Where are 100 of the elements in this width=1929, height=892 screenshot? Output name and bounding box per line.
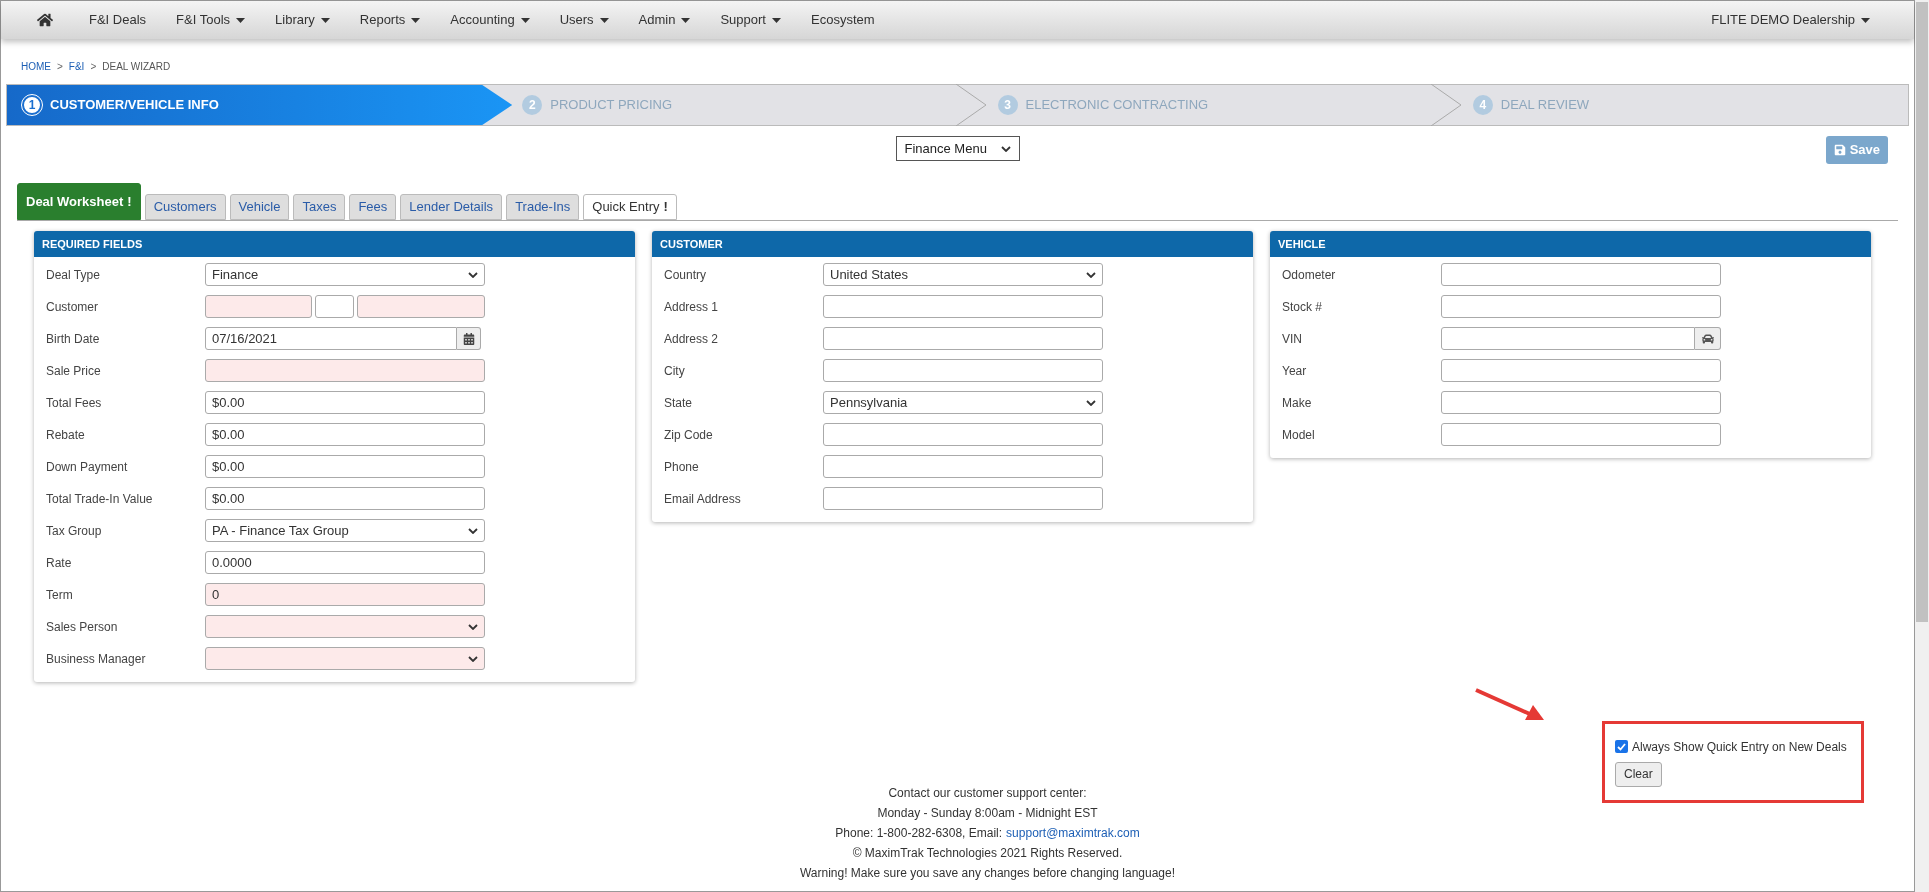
select-field[interactable]: United States — [823, 263, 1103, 286]
panel-header: REQUIRED FIELDS — [34, 231, 635, 257]
input-field[interactable]: 0 — [205, 583, 485, 606]
input-field[interactable]: $0.00 — [205, 423, 485, 446]
date-field[interactable]: 07/16/2021 — [205, 327, 457, 350]
step-number: 4 — [1472, 95, 1493, 115]
tab[interactable]: Customers — [144, 194, 226, 220]
input-field[interactable] — [205, 359, 485, 382]
caret-icon — [320, 17, 330, 23]
nav-menu-item[interactable]: F&I Tools — [176, 10, 246, 30]
nav-menu-item[interactable]: F&I Deals — [89, 10, 147, 30]
middle-initial-field[interactable] — [315, 295, 354, 318]
tab[interactable]: Trade-Ins — [506, 194, 580, 220]
input-field[interactable] — [823, 423, 1103, 446]
tab[interactable]: Lender Details — [400, 194, 503, 220]
input-field[interactable] — [823, 487, 1103, 510]
tab[interactable]: Deal Worksheet ! — [17, 183, 141, 220]
breadcrumb-link[interactable]: F&I — [68, 59, 85, 74]
field-label: Make — [1282, 394, 1313, 412]
select-field[interactable]: Pennsylvania — [823, 391, 1103, 414]
footer-text: Phone: 1-800-282-6308, Email: — [835, 825, 1003, 842]
chevron-down-icon — [468, 271, 478, 278]
select-field[interactable] — [205, 615, 485, 638]
field-label: Address 1 — [664, 298, 720, 316]
input-field[interactable] — [1441, 423, 1721, 446]
tab[interactable]: Fees — [349, 194, 397, 220]
car-icon — [1701, 332, 1714, 345]
email-link[interactable]: support@maximtrak.com — [1006, 823, 1140, 843]
input-field[interactable]: $0.00 — [205, 391, 485, 414]
nav-menu-item[interactable]: Accounting — [450, 10, 530, 30]
checkbox[interactable] — [1615, 740, 1628, 753]
chevron-down-icon — [1000, 145, 1011, 152]
checkbox-label: Always Show Quick Entry on New Deals — [1632, 738, 1847, 756]
panel-header: VEHICLE — [1270, 231, 1871, 257]
input-field[interactable]: $0.00 — [205, 487, 485, 510]
footer-text: Warning! Make sure you save any changes before changing language! — [799, 865, 1176, 882]
breadcrumb-link[interactable]: HOME — [21, 59, 51, 74]
calendar-icon — [462, 332, 475, 345]
field-label: Rate — [46, 554, 73, 572]
field-label: Sales Person — [46, 618, 119, 636]
wizard-step[interactable]: 1 CUSTOMER/VEHICLE INFO — [7, 85, 513, 125]
save-icon — [1833, 144, 1846, 156]
step-number: 3 — [997, 95, 1018, 115]
field-label: Address 2 — [664, 330, 720, 348]
select-field[interactable]: PA - Finance Tax Group — [205, 519, 485, 542]
field-label: Sale Price — [46, 362, 102, 380]
select-field[interactable]: Finance — [205, 263, 485, 286]
field-label: VIN — [1282, 330, 1303, 348]
field-label: Rebate — [46, 426, 86, 444]
field-label: State — [664, 394, 694, 412]
calendar-button[interactable] — [457, 327, 481, 350]
field-label: Business Manager — [46, 650, 147, 668]
field-label: Model — [1282, 426, 1316, 444]
step-label: ELECTRONIC CONTRACTING — [1025, 96, 1209, 115]
last-name-field[interactable] — [357, 295, 485, 318]
field-label: Email Address — [664, 490, 742, 508]
input-field[interactable]: 0.0000 — [205, 551, 485, 574]
input-field[interactable] — [1441, 263, 1721, 286]
chevron-down-icon — [1086, 271, 1096, 278]
caret-icon — [1861, 17, 1870, 23]
chevron-down-icon — [1086, 399, 1096, 406]
input-field[interactable] — [1441, 391, 1721, 414]
input-field[interactable] — [1441, 295, 1721, 318]
select-field[interactable] — [205, 647, 485, 670]
clear-button[interactable]: Clear — [1615, 761, 1662, 787]
nav-menu-item[interactable]: Library — [275, 10, 330, 30]
dealership-menu[interactable]: FLITE DEMO Dealership — [1711, 10, 1870, 30]
home-icon[interactable] — [37, 12, 53, 28]
footer-text: © MaximTrak Technologies 2021 Rights Reserved. — [852, 845, 1123, 862]
annotation-arrow — [1474, 686, 1546, 723]
input-field[interactable] — [823, 455, 1103, 478]
first-name-field[interactable] — [205, 295, 312, 318]
field-label: Year — [1282, 362, 1308, 380]
input-field[interactable]: $0.00 — [205, 455, 485, 478]
breadcrumb-separator: > — [57, 60, 63, 74]
step-label: CUSTOMER/VEHICLE INFO — [50, 96, 219, 115]
field-label: Total Trade-In Value — [46, 490, 154, 508]
menu-select[interactable]: Finance Menu — [895, 136, 1020, 161]
input-field[interactable] — [1441, 327, 1695, 350]
field-label: Total Fees — [46, 394, 103, 412]
field-label: Tax Group — [46, 522, 103, 540]
input-field[interactable] — [823, 295, 1103, 318]
caret-icon — [599, 17, 609, 23]
tab[interactable]: Quick Entry ! — [583, 194, 677, 220]
nav-menu-item[interactable]: Ecosystem — [811, 10, 875, 30]
tab[interactable]: Vehicle — [229, 194, 290, 220]
input-field[interactable] — [823, 359, 1103, 382]
caret-icon — [772, 17, 781, 23]
footer-text: Monday - Sunday 8:00am - Midnight EST — [877, 805, 1098, 822]
vin-lookup-button[interactable] — [1695, 327, 1721, 350]
step-label: DEAL REVIEW — [1500, 96, 1590, 115]
nav-menu-item[interactable]: Support — [720, 10, 781, 30]
field-label: Odometer — [1282, 266, 1337, 284]
input-field[interactable] — [823, 327, 1103, 350]
tab[interactable]: Taxes — [293, 194, 346, 220]
nav-menu-item[interactable]: Admin — [638, 10, 691, 30]
nav-menu-item[interactable]: Users — [559, 10, 609, 30]
field-label: Birth Date — [46, 330, 101, 348]
input-field[interactable] — [1441, 359, 1721, 382]
nav-menu-item[interactable]: Reports — [359, 10, 421, 30]
